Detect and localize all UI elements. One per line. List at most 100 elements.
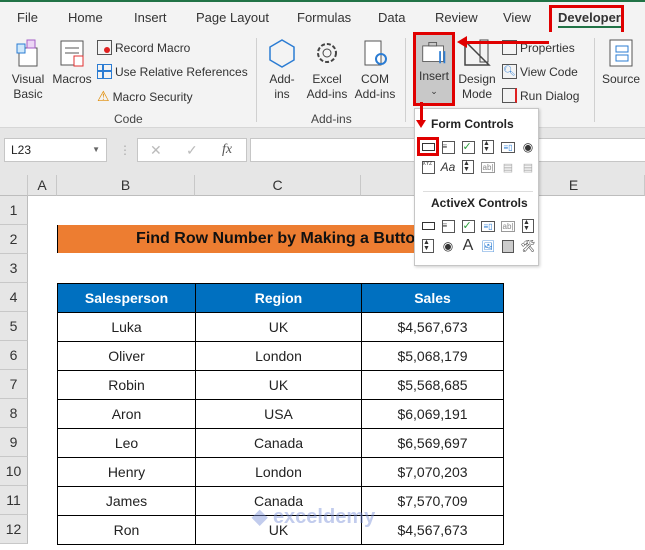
sales-cell[interactable]: $5,068,179 (361, 341, 504, 371)
row-header-3[interactable]: 3 (0, 254, 28, 283)
sales-cell[interactable]: $6,569,697 (361, 428, 504, 458)
sales-cell[interactable]: $7,070,203 (361, 457, 504, 487)
salesperson-cell[interactable]: Robin (57, 370, 196, 400)
salesperson-cell[interactable]: Ron (57, 515, 196, 545)
activex-controls-heading: ActiveX Controls (431, 196, 528, 210)
more-controls-icon[interactable]: 🛠︎ (520, 238, 536, 254)
region-cell[interactable]: USA (195, 399, 362, 429)
sales-cell[interactable]: $4,567,673 (361, 312, 504, 342)
drag-handle-icon[interactable]: ⋮ (119, 143, 131, 157)
row-header-9[interactable]: 9 (0, 428, 28, 457)
salesperson-cell[interactable]: Oliver (57, 341, 196, 371)
row-header-2[interactable]: 2 (0, 225, 28, 254)
excel-addins-button[interactable]: Excel Add-ins (304, 38, 350, 102)
combo-box-icon[interactable]: ≡ (440, 139, 456, 155)
name-box[interactable]: L23 ▼ (4, 138, 107, 162)
sales-cell[interactable]: $5,568,685 (361, 370, 504, 400)
addins-hexagon-icon (269, 39, 295, 68)
activex-check-box-icon[interactable]: ✓ (460, 218, 476, 234)
label-icon[interactable]: Aa (440, 159, 456, 175)
tab-page-layout[interactable]: Page Layout (196, 10, 269, 25)
activex-scroll-bar-icon[interactable]: ▲ ▼ (520, 218, 536, 234)
addins-button[interactable]: Add-ins (264, 38, 300, 102)
sales-cell[interactable]: $6,069,191 (361, 399, 504, 429)
region-cell[interactable]: Canada (195, 428, 362, 458)
combo-list-edit-icon[interactable]: ▤ (500, 159, 516, 175)
activex-text-box-icon[interactable]: ab| (500, 218, 516, 234)
table-row: Oliver London $5,068,179 (57, 341, 504, 371)
arrow-developer-to-insert (465, 41, 549, 44)
record-macro-button[interactable]: Record Macro (97, 40, 190, 55)
visual-basic-button[interactable]: Visual Basic (6, 38, 50, 102)
header-region[interactable]: Region (195, 283, 362, 313)
row-header-5[interactable]: 5 (0, 312, 28, 341)
image-icon[interactable]: 🖼︎ (480, 238, 496, 254)
tab-data[interactable]: Data (378, 10, 405, 25)
salesperson-cell[interactable]: Aron (57, 399, 196, 429)
insert-controls-button[interactable]: Insert ⌄ (413, 32, 455, 106)
toggle-button-icon[interactable] (500, 238, 516, 254)
select-all-corner[interactable] (0, 175, 28, 196)
column-header-b[interactable]: B (57, 175, 195, 196)
cancel-icon[interactable]: ✕ (150, 142, 162, 159)
tab-review[interactable]: Review (435, 10, 478, 25)
column-header-c[interactable]: C (195, 175, 361, 196)
tab-file[interactable]: File (17, 10, 38, 25)
activex-label-icon[interactable]: A (460, 237, 476, 254)
macro-security-button[interactable]: ⚠ Macro Security (97, 88, 193, 105)
row-header-8[interactable]: 8 (0, 399, 28, 428)
activex-spin-button-icon[interactable]: ▲ ▼ (420, 238, 436, 254)
run-dialog-button[interactable]: Run Dialog (502, 88, 579, 103)
enter-check-icon[interactable]: ✓ (186, 142, 198, 159)
activex-option-button-icon[interactable]: ◉ (440, 238, 456, 254)
salesperson-cell[interactable]: Luka (57, 312, 196, 342)
tab-view[interactable]: View (503, 10, 531, 25)
row-header-6[interactable]: 6 (0, 341, 28, 370)
activex-list-box-icon[interactable]: ≡▯ (480, 218, 496, 234)
salesperson-cell[interactable]: Leo (57, 428, 196, 458)
dropdown-arrow-icon: ▼ (92, 145, 100, 154)
check-box-icon[interactable]: ✓ (460, 139, 476, 155)
row-header-1[interactable]: 1 (0, 196, 28, 225)
sales-cell[interactable]: $7,570,709 (361, 486, 504, 516)
salesperson-cell[interactable]: James (57, 486, 196, 516)
spin-button-icon[interactable]: ▲ ▼ (480, 139, 496, 155)
tab-insert[interactable]: Insert (134, 10, 167, 25)
form-controls-heading: Form Controls (431, 117, 514, 131)
row-header-10[interactable]: 10 (0, 457, 28, 486)
row-header-12[interactable]: 12 (0, 515, 28, 544)
insert-function-button[interactable]: fx (222, 142, 232, 158)
header-sales[interactable]: Sales (361, 283, 504, 313)
view-code-button[interactable]: 🔍︎ View Code (502, 64, 578, 79)
row-header-4[interactable]: 4 (0, 283, 28, 312)
text-field-icon[interactable]: ab| (480, 159, 496, 175)
group-label-addins: Add-ins (311, 112, 352, 126)
com-addins-button[interactable]: COM Add-ins (352, 38, 398, 102)
use-relative-references-button[interactable]: Use Relative References (97, 64, 248, 79)
region-cell[interactable]: London (195, 341, 362, 371)
column-header-a[interactable]: A (28, 175, 57, 196)
group-box-icon[interactable]: XYZ (420, 159, 436, 175)
region-cell[interactable]: UK (195, 312, 362, 342)
header-salesperson[interactable]: Salesperson (57, 283, 196, 313)
region-cell[interactable]: London (195, 457, 362, 487)
sales-cell[interactable]: $4,567,673 (361, 515, 504, 545)
macros-button[interactable]: Macros (52, 38, 92, 87)
option-button-icon[interactable]: ◉ (520, 139, 536, 155)
table-row: Henry London $7,070,203 (57, 457, 504, 487)
source-button[interactable]: Source (600, 38, 642, 87)
button-form-control-icon[interactable] (420, 139, 436, 155)
activex-combo-box-icon[interactable]: ≡ (440, 218, 456, 234)
list-box-icon[interactable]: ≡▯ (500, 139, 516, 155)
tab-formulas[interactable]: Formulas (297, 10, 351, 25)
combo-drop-down-edit-icon[interactable]: ▤ (520, 159, 536, 175)
tab-home[interactable]: Home (68, 10, 103, 25)
warning-icon: ⚠ (97, 88, 110, 104)
scroll-bar-icon[interactable]: ▲ ▼ (460, 159, 476, 175)
region-cell[interactable]: UK (195, 370, 362, 400)
tab-developer[interactable]: Developer (558, 10, 621, 28)
row-header-7[interactable]: 7 (0, 370, 28, 399)
command-button-icon[interactable] (420, 218, 436, 234)
row-header-11[interactable]: 11 (0, 486, 28, 515)
salesperson-cell[interactable]: Henry (57, 457, 196, 487)
